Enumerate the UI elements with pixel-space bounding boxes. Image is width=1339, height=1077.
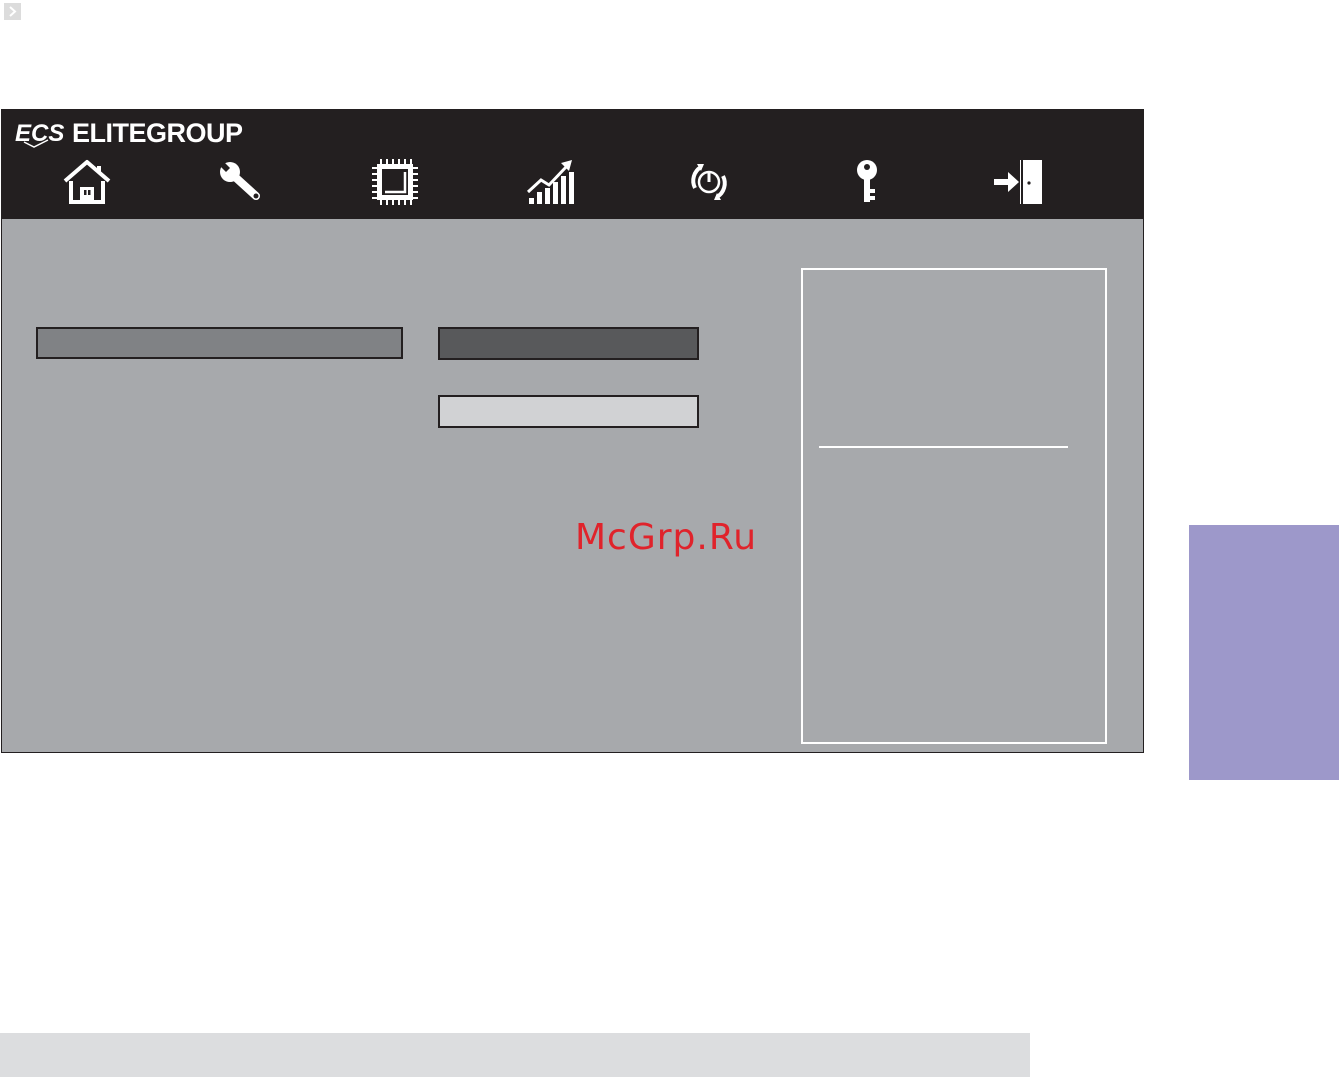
- key-icon: [857, 160, 877, 202]
- bios-header: ECS ELITEGROUP: [2, 110, 1143, 219]
- performance-chart-icon: [526, 160, 574, 204]
- corner-arrow-icon: [4, 3, 21, 20]
- option-value-field[interactable]: [438, 395, 699, 428]
- bios-setup-screen: ECS ELITEGROUP: [1, 109, 1144, 753]
- nav-chipset[interactable]: [368, 156, 422, 208]
- selected-value-field[interactable]: [438, 327, 699, 360]
- nav-exit[interactable]: [992, 156, 1046, 208]
- nav-boot[interactable]: [682, 156, 736, 208]
- setting-label-field[interactable]: [36, 327, 403, 359]
- nav-advanced[interactable]: [213, 156, 267, 208]
- help-divider: [819, 446, 1068, 448]
- exit-door-icon: [994, 160, 1042, 204]
- help-panel: [801, 268, 1107, 744]
- footer-bar: [0, 1033, 1030, 1077]
- chapter-side-tab: [1189, 525, 1339, 780]
- chip-icon: [372, 159, 418, 205]
- watermark-text: McGrp.Ru: [575, 517, 758, 558]
- nav-main[interactable]: [60, 156, 114, 208]
- ecs-logo-icon: ECS: [15, 120, 64, 148]
- home-icon: [63, 160, 111, 204]
- nav-performance[interactable]: [524, 156, 578, 208]
- wrench-icon: [220, 162, 260, 200]
- nav-security[interactable]: [840, 156, 894, 208]
- brand-name: ELITEGROUP: [72, 117, 243, 148]
- power-icon: [691, 164, 727, 200]
- ecs-logo-text: ECS: [15, 120, 64, 147]
- brand: ECS ELITEGROUP: [14, 116, 243, 150]
